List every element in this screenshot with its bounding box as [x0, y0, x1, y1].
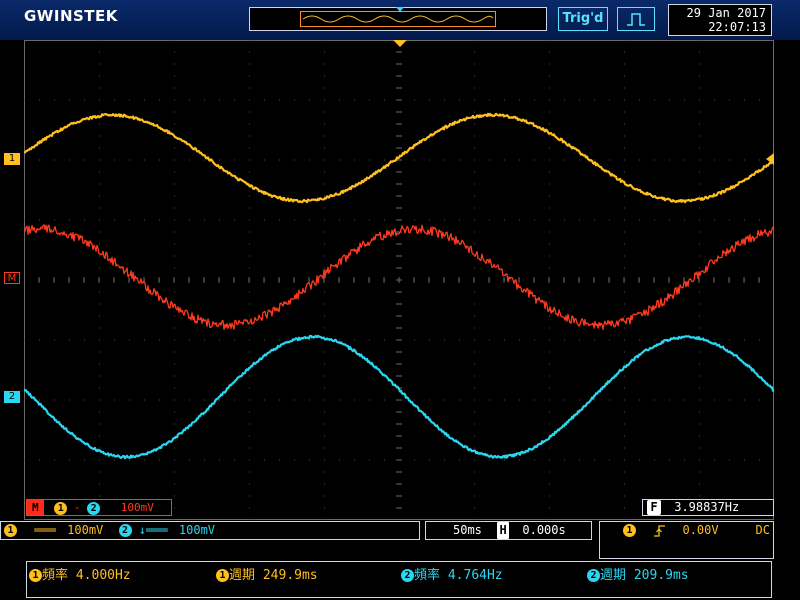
ch1-marker[interactable]: 1 — [4, 153, 20, 165]
waveform-display[interactable] — [24, 40, 774, 520]
trigger-coupling[interactable]: DC — [756, 522, 770, 539]
frequency-counter: F 3.98837Hz — [642, 499, 774, 516]
horizontal-position-value[interactable]: 0.000s — [522, 523, 565, 537]
horizontal-position-icon: H — [497, 522, 509, 539]
ch1-number: 1 — [4, 524, 17, 537]
measurement-value: 209.9ms — [634, 568, 689, 583]
trigger-source[interactable]: 1 — [623, 524, 636, 537]
ch2-marker[interactable]: 2 — [4, 391, 20, 403]
measurement-source: 1 — [216, 569, 229, 582]
memory-bar — [249, 7, 547, 31]
timebase-bar: 50ms H 0.000s — [425, 521, 592, 540]
math-label: M — [27, 500, 44, 515]
ch2-number: 2 — [119, 524, 132, 537]
measurement-name: 週期 — [600, 568, 626, 583]
measurement-item[interactable]: 2 週期 209.9ms — [587, 564, 689, 583]
memory-trigger-marker — [396, 7, 404, 12]
measurement-item[interactable]: 1 頻率 4.000Hz — [29, 564, 131, 583]
measurement-value: 4.000Hz — [76, 568, 131, 583]
trigger-status[interactable]: Trig'd — [558, 7, 608, 31]
time-text: 22:07:13 — [674, 20, 766, 34]
trigger-level[interactable]: 0.00V — [682, 523, 718, 537]
measurement-item[interactable]: 1 週期 249.9ms — [216, 564, 318, 583]
measurement-source: 2 — [401, 569, 414, 582]
frequency-counter-label: F — [647, 500, 661, 515]
header-bar: GWINSTEK Trig'd 29 Jan 2017 22:07:13 — [0, 0, 800, 40]
math-source1: 1 — [54, 502, 67, 515]
memory-window — [300, 11, 496, 27]
measurement-name: 頻率 — [414, 568, 440, 583]
math-info: M 1 - 2 100mV — [26, 499, 172, 516]
channel-scale-bar: 1 ═══ 100mV 2 ↓═══ 100mV — [0, 521, 420, 540]
trigger-position-marker[interactable] — [393, 40, 407, 47]
pulse-symbol — [618, 8, 654, 30]
trigger-info: 1 0.00V DC — [599, 521, 774, 559]
brand-logo: GWINSTEK — [24, 7, 118, 25]
date-text: 29 Jan 2017 — [674, 6, 766, 20]
ch2-trace — [24, 336, 774, 458]
ch1-trace — [24, 114, 774, 202]
measurement-item[interactable]: 2 頻率 4.764Hz — [401, 564, 503, 583]
measurement-name: 頻率 — [42, 568, 68, 583]
ch2-scale[interactable]: 100mV — [179, 523, 215, 537]
trigger-level-marker[interactable] — [766, 153, 774, 165]
measurement-bar: 1 頻率 4.000Hz 1 週期 249.9ms 2 頻率 4.764Hz 2 週期 … — [26, 561, 772, 598]
measurement-source: 1 — [29, 569, 42, 582]
measurement-value: 249.9ms — [263, 568, 318, 583]
math-operator: - — [74, 501, 81, 514]
ch1-scale[interactable]: 100mV — [67, 523, 103, 537]
ch1-coupling: ═══ — [34, 523, 56, 537]
measurement-value: 4.764Hz — [448, 568, 503, 583]
rising-edge-icon — [653, 524, 667, 538]
measurement-source: 2 — [587, 569, 600, 582]
graticule-center-ticks — [24, 40, 774, 520]
ch2-coupling: ↓═══ — [139, 523, 168, 537]
measurement-name: 週期 — [229, 568, 255, 583]
timebase-value[interactable]: 50ms — [453, 523, 482, 537]
memory-preview-wave — [301, 12, 495, 26]
math-source2: 2 — [87, 502, 100, 515]
date-time-display: 29 Jan 2017 22:07:13 — [668, 4, 772, 36]
rising-pulse-icon[interactable] — [617, 7, 655, 31]
math-marker[interactable]: M — [4, 272, 20, 284]
frequency-counter-value: 3.98837Hz — [674, 500, 739, 514]
math-scale: 100mV — [121, 501, 154, 514]
